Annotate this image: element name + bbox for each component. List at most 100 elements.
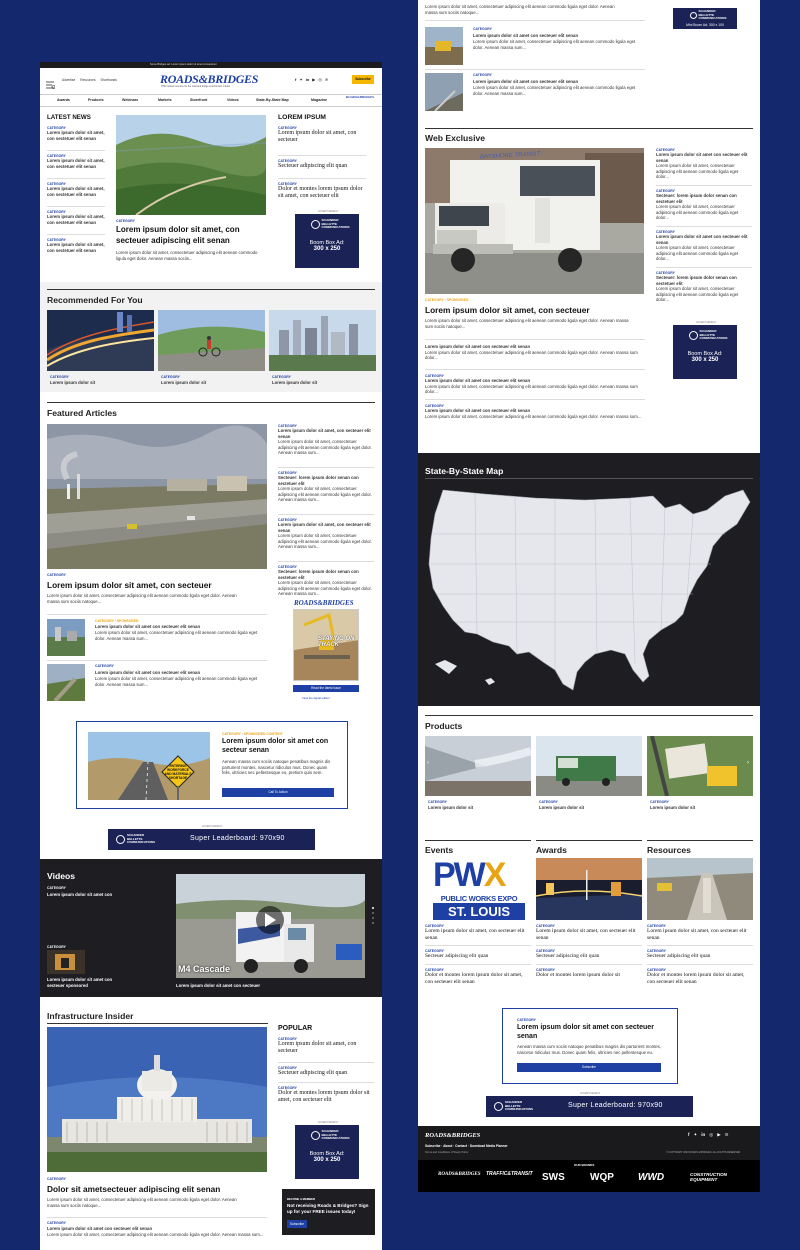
web-exclusive-headline[interactable]: Lorem ipsum dolor sit amet, con secteuer [425,305,645,315]
footer-links[interactable]: Subscribe · About · Contact · Download M… [425,1144,508,1148]
product-title[interactable]: Lorem ipsum dolor sit [428,805,473,811]
brand-logo[interactable]: ROADS&BRIDGES [438,1172,481,1178]
list-item[interactable]: CATEGORY Dolor et montes lorem ipsum dolo… [278,182,366,212]
list-item[interactable]: CATEGORY Lorem ipsum dolor sit amet, con … [47,126,105,151]
facebook-icon[interactable]: f [295,77,296,82]
instagram-icon[interactable]: ◎ [709,1132,713,1138]
rss-icon[interactable]: ≋ [725,1132,729,1138]
nav-item[interactable]: Webinars [122,98,138,102]
read-issue-button[interactable]: Read the latest issue [293,685,359,692]
nav-item[interactable]: Storefront [190,98,207,102]
list-item[interactable]: CATEGORY Lorem ipsum dolor sit amet, con … [278,1037,374,1063]
infrastructure-image[interactable] [47,1027,267,1172]
pagination-dot[interactable] [372,917,374,919]
promo2-title[interactable]: Lorem ipsum dolor sit amet con secteuer … [517,1024,667,1041]
list-item[interactable]: CATEGORY Dolor et montes lorem ipsum dolo… [425,968,531,990]
infrastructure-headline[interactable]: Dolor sit ametsecteuer adipiscing elit s… [47,1184,267,1194]
list-item[interactable]: CATEGORY Lorem ipsum dolor sit amet con s… [425,399,645,429]
list-item[interactable]: CATEGORY Lorem ipsum dolor sit amet, con … [47,182,105,207]
linkedin-icon[interactable]: in [701,1132,705,1138]
list-item[interactable]: CATEGORY Secteuer adipiscing elit quan [425,949,531,965]
us-map[interactable] [425,484,755,694]
nav-item[interactable]: State-By-State Map [256,98,289,102]
list-item[interactable]: CATEGORY Secteuer: lorem ipsum dolor sena… [656,189,752,227]
footer-logo[interactable]: ROADS&BRIDGES [425,1132,480,1139]
carousel-next-icon[interactable]: › [747,760,749,766]
nav-logo[interactable]: ROADS&BRIDGES [346,95,374,100]
nav-item[interactable]: Products [88,98,104,102]
promo-title[interactable]: Lorem ipsum dolor sit amet con secteur s… [222,738,332,755]
box-ad[interactable]: SCHANDER BELLETTE COMMUNICATIONS Boom Bo… [295,1125,359,1179]
video-thumb[interactable] [47,950,85,974]
list-item[interactable]: CATEGORY Secteuer: lorem ipsum dolor sena… [656,271,752,305]
mini-box-ad[interactable]: SCHANDER BELLETTE COMMUNICATIONS Mini Bo… [673,8,737,29]
list-item[interactable]: CATEGORY Lorem ipsum dolor sit amet, con … [47,238,105,263]
utility-link[interactable]: Advertise [62,78,75,82]
events-image[interactable]: PWX PUBLIC WORKS EXPO ST. LOUIS [425,858,531,920]
list-item[interactable]: CATEGORY Lorem ipsum dolor sit amet, con … [536,924,642,946]
play-icon[interactable] [256,906,284,934]
brand-logo[interactable]: CONSTRUCTION EQUIPMENT [690,1172,734,1182]
facebook-icon[interactable]: f [688,1132,690,1138]
promo-image[interactable]: ENTERING WORKFORCE AND MATERIALS SHORTAG… [88,732,210,800]
recommended-image-2[interactable] [158,310,265,371]
nav-item[interactable]: Magazine [311,98,327,102]
recommended-image-1[interactable] [47,310,154,371]
youtube-icon[interactable]: ▶ [717,1132,720,1138]
recommended-item-title[interactable]: Lorem ipsum dolor sit [161,380,206,386]
list-item[interactable]: CATEGORY Secteuer adipiscing elit quan [647,949,753,965]
leaderboard-ad[interactable]: SCHANDER BELLETTE COMMUNICATIONS Super L… [486,1096,693,1117]
list-item[interactable]: CATEGORY Dolor et montes lorem ipsum dolo… [647,968,753,990]
instagram-icon[interactable]: ◎ [318,77,322,82]
nav-item[interactable]: Videos [227,98,239,102]
list-item[interactable]: CATEGORY Lorem ipsum dolor sit amet, con … [278,424,374,468]
product-title[interactable]: Lorem ipsum dolor sit [539,805,584,811]
web-exclusive-image[interactable]: BAYSHORE TRANSIT [425,148,644,294]
pagination-dot[interactable] [372,907,374,909]
list-item[interactable]: CATEGORY Dolor et montes lorem ipsum dolo… [536,968,642,990]
article-thumb[interactable] [425,73,463,111]
list-item[interactable]: CATEGORY Lorem ipsum dolor sit amet con s… [425,369,645,399]
list-item[interactable]: CATEGORY Secteuer: lorem ipsum dolor sena… [278,471,374,515]
list-item[interactable]: CATEGORY Lorem ipsum dolor sit amet con s… [656,148,752,186]
list-item[interactable]: CATEGORY Lorem ipsum dolor sit amet, con … [647,924,753,946]
recommended-image-3[interactable] [269,310,376,371]
promo2-subscribe-button[interactable]: Subscribe [517,1063,661,1072]
recommended-item-title[interactable]: Lorem ipsum dolor sit [272,380,317,386]
product-image-1[interactable] [425,736,531,796]
resources-image[interactable] [647,858,753,920]
featured-small-image-1[interactable] [47,619,85,656]
brand-logo[interactable]: TRAFFIC&TRANSIT [486,1171,533,1178]
linkedin-icon[interactable]: in [306,77,310,82]
recommended-item-title[interactable]: Lorem ipsum dolor sit [50,380,95,386]
hero-title[interactable]: Lorem ipsum dolor sit amet, con secteuer… [116,225,268,246]
footer-legal[interactable]: Terms and Conditions | Privacy Policy [425,1151,468,1154]
list-item[interactable]: CATEGORY Lorem ipsum dolor sit amet, con … [47,154,105,179]
featured-image[interactable] [47,424,267,569]
menu-icon[interactable] [46,76,56,89]
awards-image[interactable] [536,858,642,920]
brand-logo[interactable]: SWS [542,1172,565,1183]
call-to-action-button[interactable]: Call To Action [222,788,334,797]
list-item[interactable]: CATEGORY Dolor et montes lorem ipsum dolo… [278,1086,374,1112]
featured-small-title[interactable]: Lorem ipsum dolor sit amet con secteuer … [95,624,265,630]
featured-headline[interactable]: Lorem ipsum dolor sit amet, con secteuer [47,580,267,590]
list-item[interactable]: Lorem ipsum dolor sit amet con secteuer … [425,339,645,369]
featured-small-title[interactable]: Lorem ipsum dolor sit amet con secteuer … [95,670,265,676]
newsletter-subscribe-button[interactable]: Subscribe [287,1220,307,1228]
box-ad[interactable]: SCHANDER BELLETTE COMMUNICATIONS Boom Bo… [295,214,359,268]
article-title[interactable]: Lorem ipsum dolor sit amet con secteuer … [473,33,643,39]
utility-link[interactable]: Shorthands [101,78,117,82]
subscribe-button[interactable]: Subscribe [352,75,374,84]
brand-logo[interactable]: WQP [590,1172,614,1183]
video-player[interactable]: M4 Cascade [176,874,365,978]
list-item[interactable]: CATEGORY Lorem ipsum dolor sit amet con s… [656,230,752,268]
list-item[interactable]: CATEGORY Lorem ipsum dolor sit amet, con … [425,924,531,946]
list-item[interactable]: CATEGORY Lorem ipsum dolor sit amet, con … [47,210,105,235]
pagination-dot[interactable] [372,912,374,914]
product-image-3[interactable] [647,736,753,796]
product-title[interactable]: Lorem ipsum dolor sit [650,805,695,811]
magazine-cover[interactable]: STAYING ON TRACK [293,609,359,681]
carousel-prev-icon[interactable]: ‹ [427,760,429,766]
article-thumb[interactable] [425,27,463,65]
